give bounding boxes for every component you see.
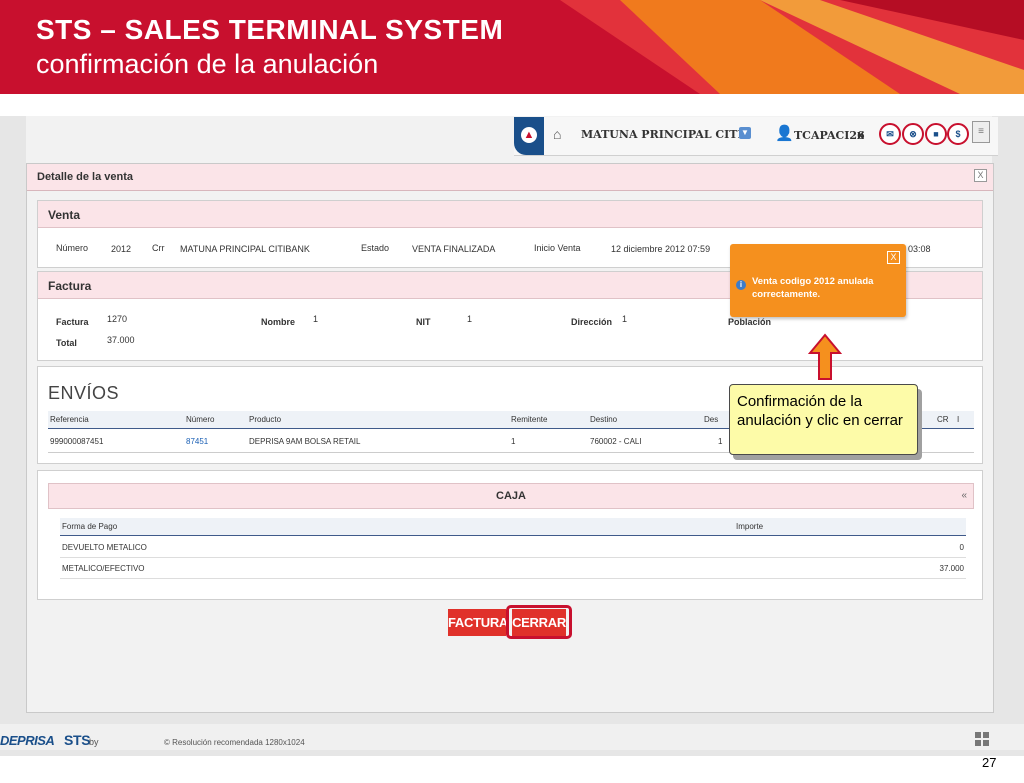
slide-title: STS – SALES TERMINAL SYSTEM <box>36 14 504 45</box>
store-icon: ⌂ <box>553 126 562 142</box>
slide-banner: STS – SALES TERMINAL SYSTEM confirmación… <box>0 0 1024 94</box>
footer-brand-sts: STS <box>64 732 91 748</box>
factura-title: Factura <box>48 279 92 293</box>
footer-by: by <box>89 737 99 747</box>
row-remitente: 1 <box>511 437 516 446</box>
notification-text: Venta codigo 2012 anulada correctamente. <box>752 276 874 300</box>
col-numero: Número <box>186 415 215 424</box>
app-logo: ▲ <box>514 117 544 155</box>
caja-title: CAJA <box>496 490 526 502</box>
instruction-callout: Confirmación de la anulación y clic en c… <box>729 384 918 455</box>
cerrar-highlight <box>506 605 572 639</box>
message-icon[interactable]: ✉ <box>879 123 901 145</box>
collapse-icon[interactable]: « <box>961 490 967 501</box>
col-des: Des <box>704 415 719 424</box>
venta-inicio-value: 12 diciembre 2012 07:59 <box>611 244 711 254</box>
detail-close-button[interactable]: X <box>974 169 987 182</box>
arrow-up-icon <box>808 333 842 380</box>
footer-brand: DEPRISA <box>0 733 55 748</box>
cancel-icon[interactable]: ⊗ <box>902 123 924 145</box>
total-label: Total <box>56 338 77 348</box>
venta-numero-value: 2012 <box>111 244 132 254</box>
detail-title: Detalle de la venta <box>37 171 133 183</box>
detail-header: Detalle de la venta X <box>27 164 993 191</box>
total-value: 37.000 <box>107 335 135 345</box>
row-numero-link[interactable]: 87451 <box>186 437 208 446</box>
lock-icon[interactable]: ■ <box>925 123 947 145</box>
table-row: DEVUELTO METALICO 0 <box>60 537 966 558</box>
nombre-value: 1 <box>313 314 319 324</box>
store-selector[interactable]: MATUNA PRINCIPAL CITIBAN <box>581 128 739 141</box>
col-importe: Importe <box>736 522 764 531</box>
caja-importe: 0 <box>959 543 964 552</box>
venta-fin-value: 03:08 <box>908 244 931 254</box>
nombre-label: Nombre <box>261 317 296 327</box>
page-number: 27 <box>982 755 997 770</box>
row-destino: 760002 - CALI <box>590 437 642 446</box>
info-icon: i <box>736 280 746 290</box>
direccion-value: 1 <box>622 314 628 324</box>
venta-title: Venta <box>48 208 81 222</box>
document-icon[interactable]: ≡ <box>972 121 990 143</box>
logout-icon[interactable]: x <box>857 127 864 142</box>
poblacion-label: Población <box>728 317 772 327</box>
col-forma-pago: Forma de Pago <box>62 522 118 531</box>
venta-crr-value: MATUNA PRINCIPAL CITIBANK <box>180 244 310 254</box>
caja-table-header: Forma de Pago Importe <box>60 518 966 536</box>
col-cr: CR <box>937 415 949 424</box>
factura-value: 1270 <box>107 314 128 324</box>
row-referencia: 999000087451 <box>50 437 104 446</box>
venta-inicio-label: Inicio Venta <box>534 243 581 253</box>
factura-label: Factura <box>56 317 89 327</box>
caja-forma: METALICO/EFECTIVO <box>62 564 145 573</box>
caja-importe: 37.000 <box>939 564 964 573</box>
table-row: METALICO/EFECTIVO 37.000 <box>60 558 966 579</box>
success-notification: X i Venta codigo 2012 anulada correctame… <box>730 244 906 317</box>
col-i: I <box>957 415 960 424</box>
nit-value: 1 <box>467 314 473 324</box>
app-footer <box>0 724 1024 750</box>
col-producto: Producto <box>249 415 282 424</box>
slide-subtitle: confirmación de la anulación <box>36 49 379 79</box>
direccion-label: Dirección <box>571 317 613 327</box>
venta-numero-label: Número <box>56 243 89 253</box>
envios-title: ENVÍOS <box>48 383 120 403</box>
venta-crr-label: Crr <box>152 243 165 253</box>
caja-forma: DEVUELTO METALICO <box>62 543 147 552</box>
cash-icon[interactable]: $ <box>947 123 969 145</box>
nit-label: NIT <box>416 317 431 327</box>
user-icon: 👤 <box>775 125 794 142</box>
logo-icon: ▲ <box>521 127 537 143</box>
callout-text: Confirmación de la anulación y clic en c… <box>737 393 903 429</box>
factura-button[interactable]: FACTURA <box>448 609 508 636</box>
caja-header[interactable]: CAJA « <box>48 483 974 509</box>
user-name: TCAPACI26 <box>794 129 865 142</box>
footer-note: © Resolución recomendada 1280x1024 <box>164 738 305 747</box>
venta-estado-label: Estado <box>361 243 390 253</box>
col-remitente: Remitente <box>511 415 548 424</box>
col-referencia: Referencia <box>50 415 89 424</box>
caja-section: CAJA « Forma de Pago Importe DEVUELTO ME… <box>37 470 983 600</box>
col-destino: Destino <box>590 415 618 424</box>
row-des: 1 <box>718 437 723 446</box>
venta-estado-value: VENTA FINALIZADA <box>412 244 496 254</box>
venta-header: Venta <box>38 201 982 228</box>
grid-icon[interactable] <box>975 732 989 746</box>
row-producto: DEPRISA 9AM BOLSA RETAIL <box>249 437 361 446</box>
chevron-down-icon[interactable]: ▼ <box>739 127 751 139</box>
notification-close-button[interactable]: X <box>887 251 900 264</box>
